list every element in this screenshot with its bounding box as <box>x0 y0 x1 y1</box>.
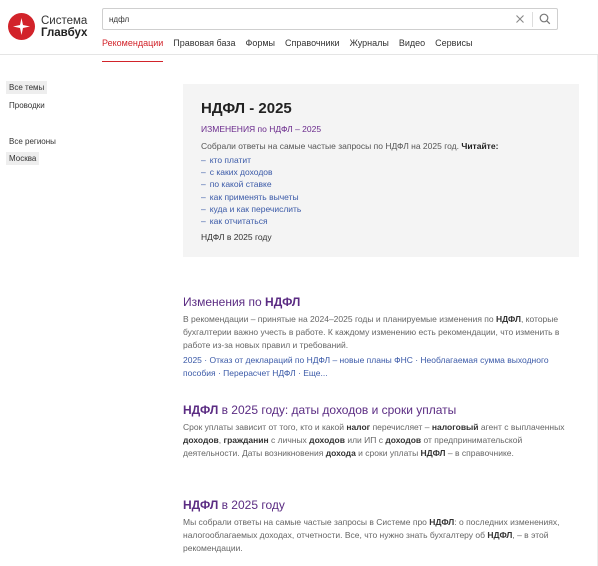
card-list-item[interactable]: – куда и как перечислить <box>201 203 301 215</box>
card-footer-link[interactable]: НДФЛ в 2025 году <box>201 232 272 242</box>
filter-all-topics[interactable]: Все темы <box>6 81 48 94</box>
search-divider <box>532 12 533 27</box>
tab-recommendations[interactable]: Рекомендации <box>102 38 164 62</box>
main-nav: Рекомендации Правовая база Формы Справоч… <box>102 38 482 62</box>
topic-card: НДФЛ - 2025 ИЗМЕНЕНИЯ по НДФЛ – 2025 Соб… <box>183 84 579 257</box>
result-title[interactable]: Изменения по НДФЛ <box>183 295 575 309</box>
card-changes-link[interactable]: ИЗМЕНЕНИЯ по НДФЛ – 2025 <box>201 124 321 134</box>
result-title[interactable]: НДФЛ в 2025 году: даты доходов и сроки у… <box>183 403 575 417</box>
tab-journals[interactable]: Журналы <box>350 38 389 62</box>
result-tags[interactable]: 2025 · Отказ от деклараций по НДФЛ – нов… <box>183 354 575 380</box>
card-list-item[interactable]: – кто платит <box>201 154 301 166</box>
card-intro-bold: Читайте: <box>461 141 499 151</box>
search-input[interactable] <box>109 12 509 27</box>
brand-line2: Главбух <box>41 26 88 39</box>
result-title[interactable]: НДФЛ в 2025 году <box>183 498 575 512</box>
brand-logo[interactable]: Система Главбух <box>8 13 87 40</box>
result-snippet: Срок уплаты зависит от того, кто и какой… <box>183 422 565 458</box>
search-box <box>102 8 558 30</box>
card-list-item[interactable]: – по какой ставке <box>201 178 301 190</box>
tab-forms[interactable]: Формы <box>246 38 276 62</box>
search-result: Изменения по НДФЛ В рекомендации – приня… <box>183 295 575 380</box>
card-intro: Собрали ответы на самые частые запросы п… <box>201 141 498 151</box>
filter-postings[interactable]: Проводки <box>6 99 48 112</box>
card-title: НДФЛ - 2025 <box>201 100 292 117</box>
filter-region-moscow[interactable]: Москва <box>6 152 40 165</box>
close-icon[interactable] <box>513 12 527 26</box>
card-intro-text: Собрали ответы на самые частые запросы п… <box>201 141 459 151</box>
card-link-list: – кто платит – с каких доходов – по какой с… <box>201 154 301 227</box>
brand-line1: Система <box>41 14 88 27</box>
result-snippet: Мы собрали ответы на самые частые запрос… <box>183 517 560 553</box>
filter-all-regions[interactable]: Все регионы <box>6 135 59 148</box>
search-result: НДФЛ в 2025 году Мы собрали ответы на са… <box>183 498 575 554</box>
brand-name: Система Главбух <box>41 15 87 39</box>
result-snippet: В рекомендации – принятые на 2024–2025 г… <box>183 314 560 350</box>
card-list-item[interactable]: – как применять вычеты <box>201 191 301 203</box>
tab-references[interactable]: Справочники <box>285 38 340 62</box>
card-list-item[interactable]: – с каких доходов <box>201 166 301 178</box>
tab-services[interactable]: Сервисы <box>435 38 472 62</box>
search-icon[interactable] <box>538 12 552 26</box>
tab-video[interactable]: Видео <box>399 38 425 62</box>
card-list-item[interactable]: – как отчитаться <box>201 215 301 227</box>
header-divider <box>0 54 598 55</box>
tab-legal-base[interactable]: Правовая база <box>173 38 235 62</box>
star-logo-icon <box>8 13 35 40</box>
search-result: НДФЛ в 2025 году: даты доходов и сроки у… <box>183 403 575 459</box>
